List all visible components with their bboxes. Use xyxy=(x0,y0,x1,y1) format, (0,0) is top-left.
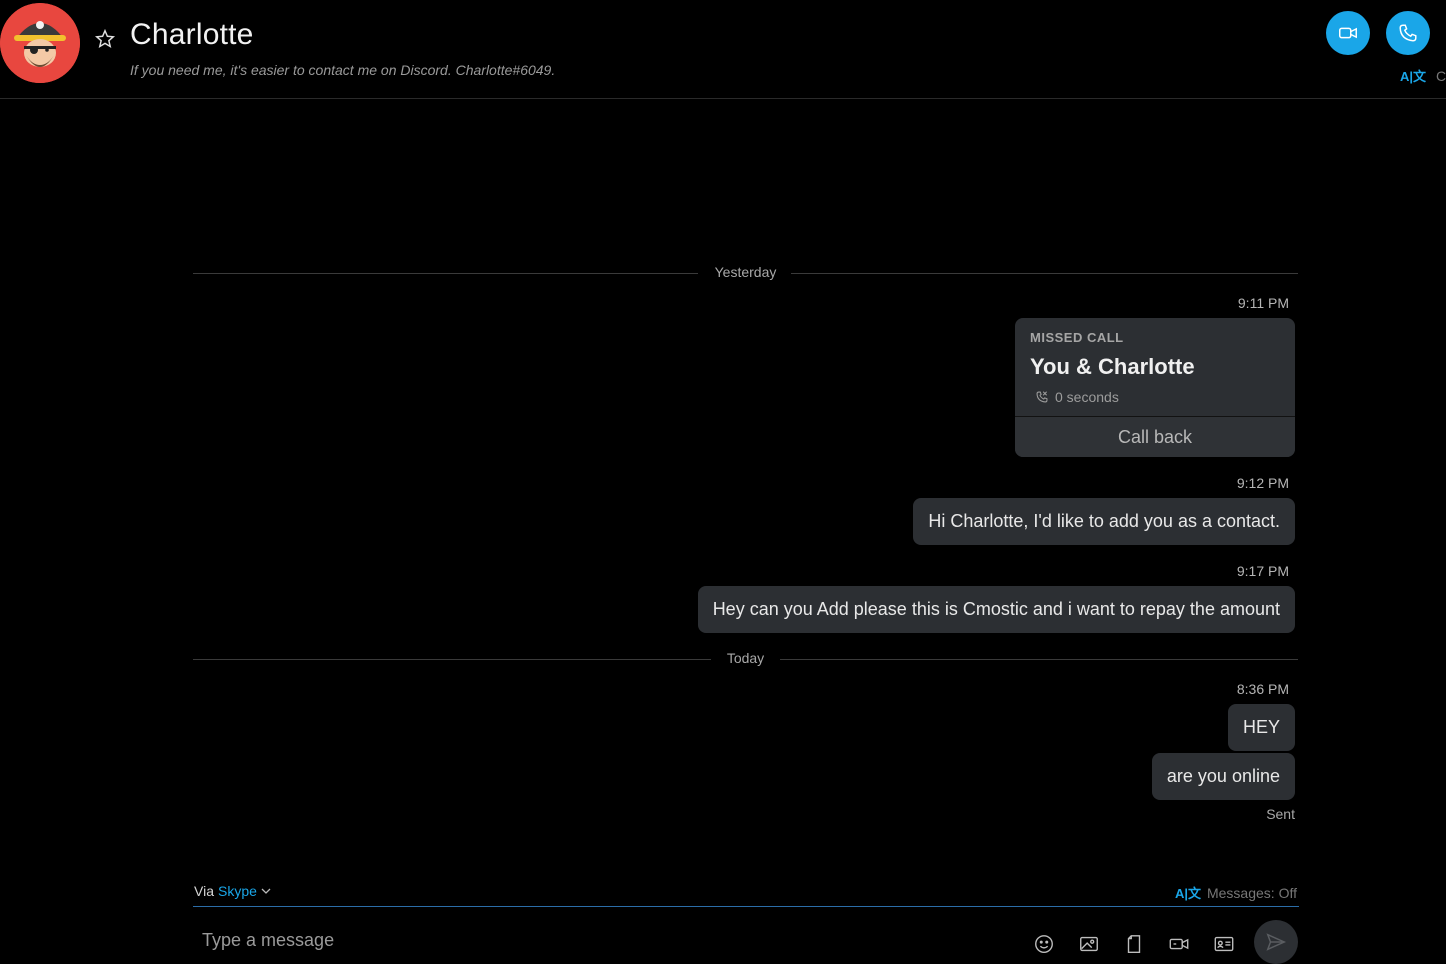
missed-call-icon xyxy=(1036,391,1048,403)
translate-status[interactable]: A|文 Messages: Off xyxy=(1175,883,1297,902)
contact-card-icon xyxy=(1214,936,1234,952)
mood-message: If you need me, it's easier to contact m… xyxy=(130,62,556,78)
pirate-avatar-icon xyxy=(0,3,80,83)
video-call-button[interactable] xyxy=(1326,11,1370,55)
star-icon[interactable] xyxy=(94,28,116,50)
missed-call-label: MISSED CALL xyxy=(1030,330,1124,345)
message-bubble[interactable]: HEY xyxy=(1227,704,1295,751)
send-button[interactable] xyxy=(1254,920,1298,964)
message-timestamp: 9:12 PM xyxy=(1236,475,1289,491)
image-icon xyxy=(1080,936,1098,952)
translate-toggle[interactable]: A|文Ca xyxy=(1400,66,1446,86)
composer-divider xyxy=(193,906,1299,907)
date-divider-yesterday: Yesterday xyxy=(193,263,1298,283)
contact-card-button[interactable] xyxy=(1212,932,1236,956)
date-divider-today: Today xyxy=(193,649,1298,669)
contact-name[interactable]: Charlotte xyxy=(130,18,254,52)
message-input[interactable] xyxy=(194,920,1014,960)
date-divider-label: Today xyxy=(726,650,765,666)
emoji-button[interactable] xyxy=(1032,932,1056,956)
call-back-button[interactable]: Call back xyxy=(1015,417,1295,457)
message-timestamp: 8:36 PM xyxy=(1236,681,1289,697)
missed-call-card: MISSED CALL You & Charlotte 0 seconds Ca… xyxy=(1015,318,1295,457)
video-message-button[interactable] xyxy=(1167,932,1191,956)
video-message-icon xyxy=(1169,938,1189,950)
call-duration: 0 seconds xyxy=(1035,389,1119,405)
send-icon xyxy=(1266,933,1287,951)
video-camera-icon xyxy=(1339,27,1357,39)
translate-icon: A|文 xyxy=(1174,886,1201,901)
chevron-down-icon xyxy=(261,888,271,894)
message-timestamp: 9:17 PM xyxy=(1236,563,1289,579)
translate-icon: A|文 xyxy=(1400,69,1427,84)
via-service: Skype xyxy=(217,883,257,899)
message-bubble[interactable]: Hey can you Add please this is Cmostic a… xyxy=(697,586,1295,633)
avatar[interactable] xyxy=(0,3,80,83)
sent-status: Sent xyxy=(1266,806,1295,822)
image-button[interactable] xyxy=(1077,932,1101,956)
file-button[interactable] xyxy=(1122,932,1146,956)
phone-icon xyxy=(1399,24,1417,42)
file-icon xyxy=(1127,935,1141,953)
via-selector[interactable]: Via Skype xyxy=(194,883,271,899)
chat-header: Charlotte If you need me, it's easier to… xyxy=(0,0,1446,99)
message-bubble[interactable]: Hi Charlotte, I'd like to add you as a c… xyxy=(913,498,1295,545)
audio-call-button[interactable] xyxy=(1386,11,1430,55)
date-divider-label: Yesterday xyxy=(714,264,777,280)
emoji-icon xyxy=(1035,935,1053,953)
missed-call-title: You & Charlotte xyxy=(1030,354,1195,379)
message-timestamp: 9:11 PM xyxy=(1237,295,1289,311)
message-bubble[interactable]: are you online xyxy=(1151,753,1295,800)
